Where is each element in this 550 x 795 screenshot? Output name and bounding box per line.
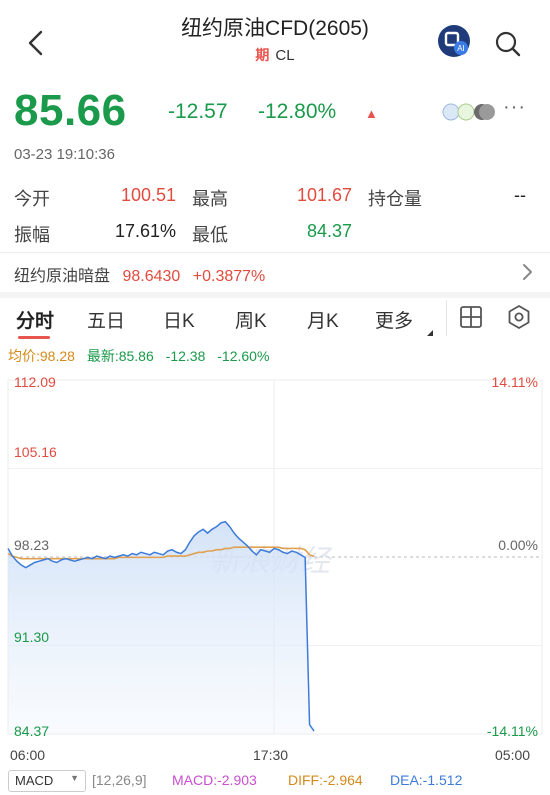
dark-pool-price: 98.6430 <box>122 268 181 285</box>
more-icon[interactable]: ··· <box>503 96 526 119</box>
y-tick-left: 84.37 <box>14 723 50 739</box>
y-tick-right: 0.00% <box>498 537 538 553</box>
layout-grid-icon[interactable] <box>459 305 483 329</box>
sentiment-emoji-icons[interactable] <box>441 101 497 123</box>
chart-legend: 均价:98.28 最新:85.86 -12.38 -12.60% <box>8 346 269 366</box>
high-label: 最高 <box>192 189 228 209</box>
tab-weekly-k[interactable]: 周K <box>235 306 267 333</box>
tab-more[interactable]: 更多 <box>375 306 413 333</box>
price-change-percent: -12.80% <box>258 100 337 123</box>
section-gap <box>0 292 550 298</box>
ai-assistant-button[interactable]: AI <box>438 25 470 57</box>
x-tick: 17:30 <box>253 747 289 763</box>
y-tick-right: -14.11% <box>486 723 538 739</box>
caret-down-icon: ▼ <box>70 773 79 783</box>
y-tick-right: 14.11% <box>491 374 538 390</box>
avg-price-legend: 均价:98.28 <box>8 348 75 364</box>
high-value: 101.67 <box>296 185 352 205</box>
settings-icon[interactable] <box>506 304 532 330</box>
quote-timestamp: 03-23 19:10:36 <box>14 146 115 163</box>
indicator-select-value: MACD <box>15 773 54 788</box>
chevron-right-icon[interactable] <box>520 262 534 282</box>
latest-change-pct-legend: -12.60% <box>217 348 270 364</box>
dea-value: DEA:-1.512 <box>390 772 463 788</box>
open-value: 100.51 <box>120 185 176 205</box>
price-change: -12.57 <box>168 100 228 123</box>
open-label: 今开 <box>14 189 50 209</box>
tab-daily-k[interactable]: 日K <box>163 306 195 333</box>
header: 纽约原油CFD(2605) 期 CL AI <box>0 0 550 78</box>
diff-value: DIFF:-2.964 <box>288 772 363 788</box>
low-value: 84.37 <box>306 221 352 241</box>
dark-pool-row[interactable]: 纽约原油暗盘 98.6430 +0.3877% <box>14 262 265 286</box>
search-icon[interactable] <box>494 30 522 58</box>
y-tick-left: 112.09 <box>14 374 56 390</box>
intraday-chart[interactable]: 新浪财经 <box>0 368 550 748</box>
y-tick-left: 105.16 <box>14 444 57 460</box>
x-tick: 05:00 <box>495 747 531 763</box>
latest-price-legend: 最新:85.86 <box>86 348 154 364</box>
macd-params: [12,26,9] <box>92 772 147 788</box>
active-tab-indicator <box>18 336 50 339</box>
ai-logo-icon: AI <box>444 31 468 55</box>
amplitude-label: 振幅 <box>14 225 50 245</box>
ai-label: AI <box>457 44 465 53</box>
futures-badge: 期 <box>255 47 270 63</box>
open-interest-label: 持仓量 <box>368 189 422 209</box>
arrow-up-icon: ▲ <box>365 106 378 121</box>
macd-value: MACD:-2.903 <box>172 772 257 788</box>
amplitude-value: 17.61% <box>114 221 176 241</box>
latest-change-legend: -12.38 <box>165 348 206 364</box>
x-tick: 06:00 <box>10 747 46 763</box>
tab-monthly-k[interactable]: 月K <box>307 306 339 333</box>
dropdown-triangle-icon <box>427 330 433 336</box>
symbol-code: CL <box>275 47 295 64</box>
dark-pool-change: +0.3877% <box>192 268 266 285</box>
divider <box>0 252 550 253</box>
low-label: 最低 <box>192 225 228 245</box>
open-interest-value: -- <box>514 185 526 205</box>
tab-intraday[interactable]: 分时 <box>16 306 54 333</box>
y-tick-left: 98.23 <box>14 537 50 553</box>
tab-divider <box>446 300 447 336</box>
dark-pool-label: 纽约原油暗盘 <box>14 268 111 285</box>
tab-five-day[interactable]: 五日 <box>87 306 125 333</box>
last-price: 85.66 <box>14 86 127 135</box>
indicator-select[interactable]: MACD ▼ <box>8 770 86 792</box>
y-tick-left: 91.30 <box>14 629 50 645</box>
